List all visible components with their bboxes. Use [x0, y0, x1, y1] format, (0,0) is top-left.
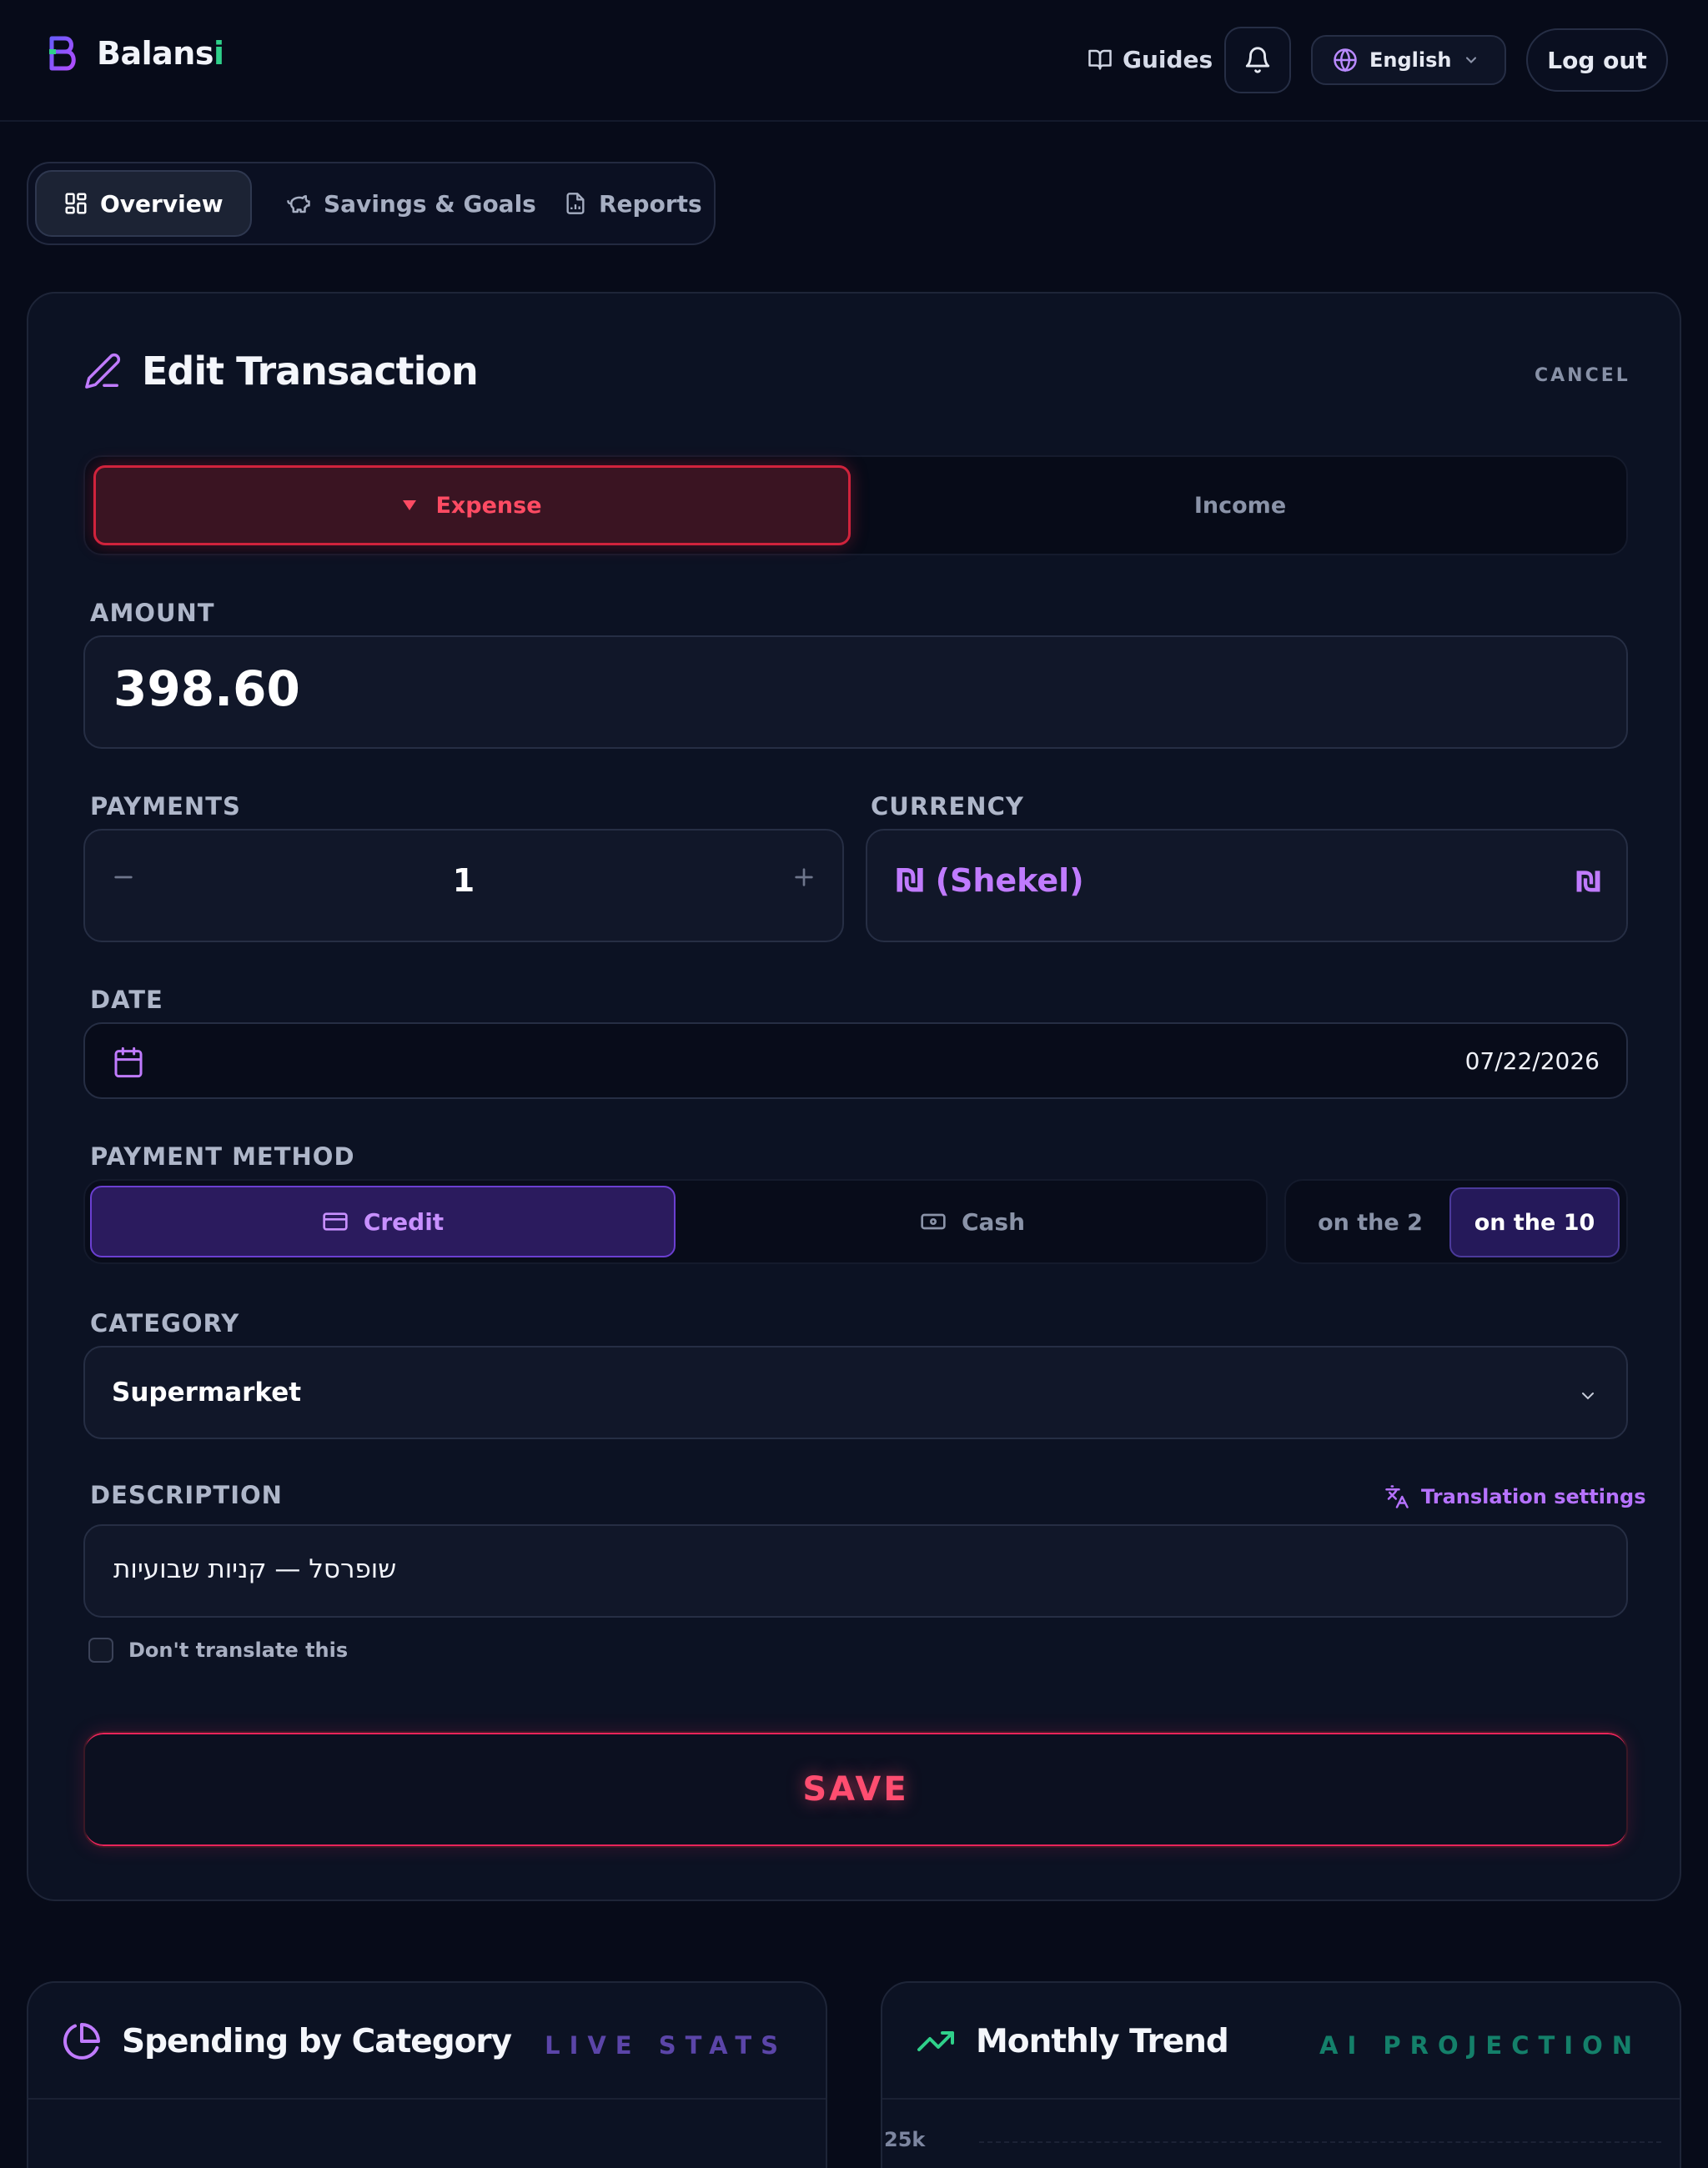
monthly-trend-card: Monthly Trend AI PROJECTION 25k: [881, 1981, 1681, 2168]
pie-chart-icon: [62, 2021, 102, 2061]
y-axis-tick-label: 25k: [884, 2128, 926, 2151]
currency-value: ₪ (Shekel): [896, 862, 1084, 899]
language-label: English: [1369, 48, 1452, 72]
triangle-down-icon: [402, 499, 417, 511]
balansi-logo-icon: [47, 33, 80, 73]
amount-value: 398.60: [113, 660, 300, 717]
report-icon: [564, 191, 587, 216]
category-label: CATEGORY: [90, 1309, 240, 1337]
trend-card-title-text: Monthly Trend: [976, 2022, 1229, 2060]
currency-label: CURRENCY: [871, 792, 1024, 821]
ai-projection-badge: AI PROJECTION: [1319, 2031, 1641, 2060]
edit-transaction-card: Edit Transaction CANCEL Expense Income A…: [27, 292, 1681, 1901]
date-input[interactable]: 07/22/2026: [83, 1022, 1628, 1099]
translate-icon: [1384, 1484, 1409, 1509]
billing-day-2-option[interactable]: on the 2: [1296, 1187, 1444, 1257]
credit-card-icon: [322, 1208, 349, 1235]
credit-option[interactable]: Credit: [90, 1186, 676, 1257]
tab-overview-label: Overview: [100, 189, 224, 218]
globe-icon: [1333, 48, 1358, 73]
app-logo[interactable]: Balansi: [47, 33, 224, 73]
chevron-down-icon: [1578, 1386, 1598, 1406]
calendar-icon[interactable]: [112, 1046, 145, 1079]
pencil-icon: [83, 352, 122, 390]
notifications-button[interactable]: [1224, 27, 1291, 93]
grid-icon: [63, 191, 88, 216]
translation-settings-link[interactable]: Translation settings: [1384, 1484, 1645, 1509]
tab-reports-label: Reports: [599, 189, 702, 218]
credit-label: Credit: [363, 1207, 445, 1236]
expense-label: Expense: [435, 492, 542, 519]
card-header: Edit Transaction: [83, 349, 479, 394]
tab-overview[interactable]: Overview: [35, 170, 252, 237]
billing-day-toggle: on the 2 on the 10: [1284, 1179, 1628, 1264]
book-icon: [1088, 47, 1113, 72]
spending-card-header: Spending by Category LIVE STATS: [28, 1983, 826, 2100]
guides-label: Guides: [1123, 45, 1213, 73]
bell-icon: [1243, 46, 1272, 74]
trend-card-header: Monthly Trend AI PROJECTION: [882, 1983, 1680, 2100]
tab-reports[interactable]: Reports: [537, 170, 729, 237]
tab-savings-goals-label: Savings & Goals: [324, 189, 536, 218]
category-select[interactable]: Supermarket: [83, 1346, 1628, 1439]
save-button[interactable]: SAVE: [83, 1731, 1628, 1848]
description-label: DESCRIPTION: [90, 1481, 283, 1509]
live-stats-badge: LIVE STATS: [545, 2031, 787, 2060]
chevron-down-icon: [1463, 52, 1479, 68]
shekel-icon: ₪: [1575, 866, 1601, 899]
description-value: שופרסל — קניות שבועיות: [113, 1554, 397, 1584]
dont-translate-checkbox[interactable]: [88, 1638, 113, 1663]
plus-icon[interactable]: [791, 864, 817, 891]
trend-card-title: Monthly Trend: [916, 2021, 1229, 2061]
payment-method-label: PAYMENT METHOD: [90, 1142, 355, 1171]
cash-label: Cash: [961, 1207, 1026, 1236]
chart-grid-line: [979, 2141, 1661, 2143]
top-header: Balansi Guides English Log out: [0, 0, 1708, 122]
language-selector[interactable]: English: [1311, 35, 1506, 85]
payments-stepper[interactable]: 1: [83, 829, 844, 942]
spending-card-title: Spending by Category: [62, 2021, 512, 2061]
main-tabs: Overview Savings & Goals Reports: [27, 162, 716, 245]
spending-by-category-card: Spending by Category LIVE STATS: [27, 1981, 827, 2168]
expense-option[interactable]: Expense: [93, 465, 851, 545]
dont-translate-label: Don't translate this: [128, 1639, 349, 1662]
cash-option[interactable]: Cash: [681, 1186, 1264, 1257]
payments-label: PAYMENTS: [90, 792, 241, 821]
tab-savings-goals[interactable]: Savings & Goals: [259, 170, 563, 237]
date-value: 07/22/2026: [1464, 1047, 1600, 1075]
trending-up-icon: [916, 2021, 956, 2061]
amount-input[interactable]: 398.60: [83, 635, 1628, 749]
date-label: DATE: [90, 986, 163, 1014]
category-value: Supermarket: [112, 1378, 302, 1408]
dont-translate-row: Don't translate this: [88, 1638, 348, 1663]
app-name: Balansi: [97, 35, 224, 72]
logout-button[interactable]: Log out: [1526, 28, 1668, 92]
cancel-button[interactable]: CANCEL: [1535, 365, 1630, 386]
piggy-bank-icon: [285, 191, 312, 216]
payment-method-toggle: Credit Cash: [83, 1179, 1268, 1264]
billing-day-10-option[interactable]: on the 10: [1449, 1187, 1620, 1257]
transaction-type-toggle: Expense Income: [83, 455, 1628, 555]
cash-icon: [920, 1208, 947, 1235]
amount-label: AMOUNT: [90, 599, 215, 627]
income-option[interactable]: Income: [861, 465, 1620, 545]
spending-card-title-text: Spending by Category: [122, 2022, 512, 2060]
guides-link[interactable]: Guides: [1088, 38, 1213, 80]
page-title: Edit Transaction: [142, 349, 479, 394]
translation-settings-label: Translation settings: [1421, 1485, 1646, 1508]
payments-value: 1: [452, 862, 475, 899]
currency-select[interactable]: ₪ (Shekel) ₪: [866, 829, 1628, 942]
description-input[interactable]: שופרסל — קניות שבועיות: [83, 1524, 1628, 1618]
